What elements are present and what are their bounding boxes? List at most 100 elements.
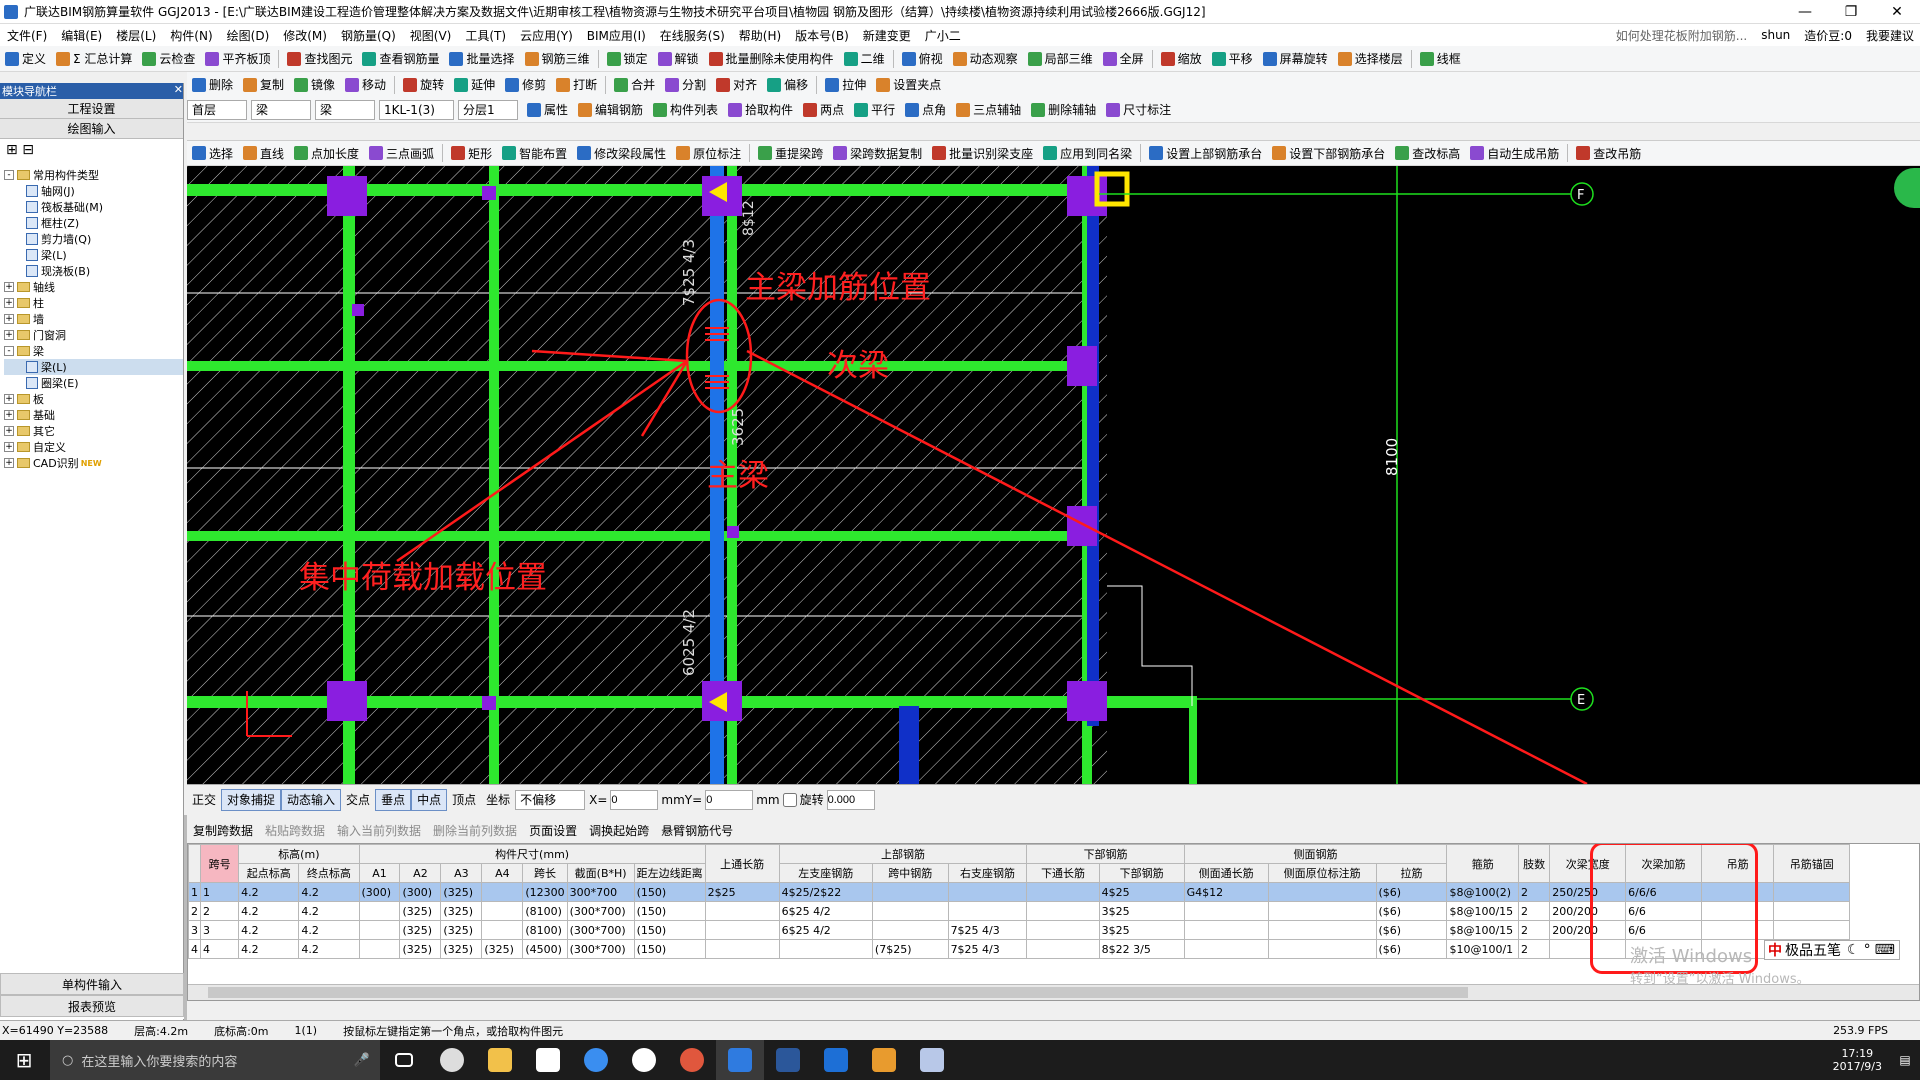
tool-toolbar1-18[interactable]: 屏幕旋转 [1258,48,1333,70]
close-icon[interactable]: ✕ [1874,0,1920,23]
beam-h2[interactable] [187,361,1087,371]
tree-node-11[interactable]: -梁 [4,343,183,359]
tree-node-12[interactable]: 梁(L) [4,359,183,375]
tree-node-3[interactable]: 框柱(Z) [4,215,183,231]
table-cell[interactable]: 3$25 [1098,920,1185,940]
table-cell[interactable]: 1 [199,882,240,902]
tool-toolbar2-9[interactable]: 分割 [660,74,711,96]
x-input[interactable] [610,789,659,810]
table-cell[interactable] [871,920,949,940]
table-cell[interactable]: 2 [199,901,240,921]
element-action-5[interactable]: 平行 [849,99,900,121]
table-cell[interactable]: 4$25 [1098,882,1185,902]
table-cell[interactable]: 4.2 [298,939,360,959]
table-cell[interactable]: (325) [440,939,483,959]
menu-item-3[interactable]: 构件(N) [163,27,219,44]
table-cell[interactable] [1267,920,1377,940]
expand-icon[interactable]: + [4,282,14,292]
collapse-all-icon[interactable]: ⊟ [22,142,34,158]
table-cell[interactable] [1773,882,1851,902]
expand-icon[interactable]: + [4,410,14,420]
element-action-2[interactable]: 构件列表 [648,99,723,121]
menu-item-12[interactable]: 帮助(H) [732,27,788,44]
snap-item-3[interactable]: 交点 [341,789,375,811]
notification-icon[interactable]: ▤ [1890,1053,1920,1067]
table-cell[interactable]: (300) [358,882,401,902]
tool-toolbar4-15[interactable]: 自动生成吊筋 [1465,142,1564,164]
element-action-6[interactable]: 点角 [900,99,951,121]
type2-select[interactable]: 梁 [315,99,375,120]
table-cell[interactable]: (325) [440,901,483,921]
mic-icon[interactable]: 🎤 [354,1053,370,1068]
table-cell[interactable]: 4 [199,939,240,959]
table-cell[interactable]: ($6) [1375,901,1448,921]
tool-toolbar1-0[interactable]: 定义 [0,48,51,70]
beam-v2[interactable] [489,166,499,784]
table-cell[interactable]: 3 [188,920,201,940]
table-cell[interactable]: (325) [399,939,442,959]
tool-toolbar4-12[interactable]: 设置上部钢筋承台 [1144,142,1267,164]
snap-item-5[interactable]: 中点 [411,788,448,811]
type1-select[interactable]: 梁 [251,99,311,120]
table-cell[interactable]: 7$25 4/3 [947,920,1028,940]
table-cell[interactable] [871,901,949,921]
rotate-input[interactable] [826,789,875,810]
element-action-3[interactable]: 拾取构件 [723,99,798,121]
tool-toolbar2-13[interactable]: 设置夹点 [871,74,946,96]
tree-node-10[interactable]: + 门窗洞 [4,327,183,343]
table-cell[interactable]: 4.2 [238,901,300,921]
tool-toolbar1-19[interactable]: 选择楼层 [1333,48,1408,70]
tool-toolbar1-11[interactable]: 二维 [839,48,890,70]
element-select[interactable]: 1KL-1(3) [379,99,454,120]
table-cell[interactable] [1183,939,1269,959]
table-cell[interactable] [704,901,780,921]
table-cell[interactable]: (8100) [522,901,568,921]
table-cell[interactable]: $10@100/1 [1446,939,1519,959]
tool-toolbar2-6[interactable]: 修剪 [500,74,551,96]
tool-toolbar2-7[interactable]: 打断 [551,74,602,96]
table-cell[interactable]: 8$22 3/5 [1098,939,1185,959]
suggest-link[interactable]: 我要建议 [1866,27,1914,44]
tool-toolbar4-11[interactable]: 应用到同名梁 [1038,142,1137,164]
tool-toolbar1-6[interactable]: 批量选择 [444,48,519,70]
menu-item-10[interactable]: BIM应用(I) [580,27,653,44]
table-cell[interactable]: 6$25 4/2 [778,920,873,940]
expand-icon[interactable]: + [4,394,14,404]
app-cube-icon[interactable] [908,1040,956,1080]
clock[interactable]: 17:19 2017/9/3 [1833,1047,1882,1073]
tool-toolbar2-5[interactable]: 延伸 [449,74,500,96]
tree-node-13[interactable]: 圈梁(E) [4,375,183,391]
tool-toolbar1-10[interactable]: 批量删除未使用构件 [704,48,839,70]
snap-item-1[interactable]: 对象捕捉 [221,788,282,811]
table-cell[interactable]: 2 [1517,901,1551,921]
table-cell[interactable]: ($6) [1375,920,1448,940]
tool-toolbar1-8[interactable]: 锁定 [602,48,653,70]
expand-icon[interactable]: - [4,170,14,180]
keyboard-icon[interactable]: ⌨ [1875,942,1895,958]
expand-icon[interactable]: - [4,346,14,356]
table-cell[interactable] [1267,939,1377,959]
tool-toolbar1-16[interactable]: 缩放 [1156,48,1207,70]
table-cell[interactable]: 4 [188,939,201,959]
table-cell[interactable]: 4.2 [298,920,360,940]
tree-node-17[interactable]: + 自定义 [4,439,183,455]
table-cell[interactable]: 4.2 [238,882,300,902]
tool-toolbar4-1[interactable]: 直线 [238,142,289,164]
table-cell[interactable]: 300*700 [566,882,635,902]
snap-item-6[interactable]: 顶点 [447,789,481,811]
tool-toolbar4-16[interactable]: 查改吊筋 [1571,142,1646,164]
single-input-tab[interactable]: 单构件输入 [0,973,184,995]
grid-tool-1[interactable]: 粘贴跨数据 [259,822,331,839]
table-cell[interactable]: (325) [440,882,483,902]
offset-select[interactable]: 不偏移 [515,789,586,810]
tool-toolbar4-5[interactable]: 智能布置 [497,142,572,164]
table-cell[interactable]: G4$12 [1183,882,1269,902]
table-cell[interactable]: 4.2 [238,920,300,940]
element-action-8[interactable]: 删除辅轴 [1026,99,1101,121]
expand-icon[interactable]: + [4,442,14,452]
tree-node-14[interactable]: + 板 [4,391,183,407]
table-cell[interactable] [358,901,401,921]
table-cell[interactable]: 4.2 [298,882,360,902]
table-cell[interactable] [778,939,873,959]
tool-toolbar4-2[interactable]: 点加长度 [289,142,364,164]
